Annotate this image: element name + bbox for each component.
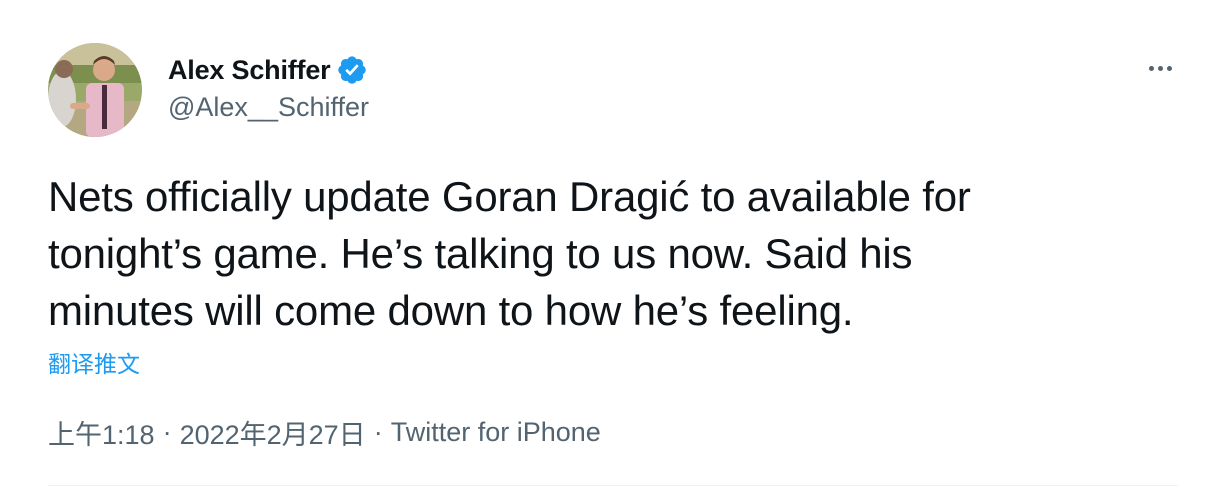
author-name-row: Alex Schiffer — [168, 52, 368, 88]
translate-tweet-link[interactable]: 翻译推文 — [48, 345, 140, 379]
author-handle[interactable]: @Alex__Schiffer — [168, 92, 369, 123]
tweet-date[interactable]: 2022年2月27日 — [180, 413, 366, 452]
meta-separator: · — [373, 417, 383, 447]
tweet-text-line: tonight’s game. He’s talking to us now. … — [48, 230, 913, 277]
tweet-text-line: minutes will come down to how he’s feeli… — [48, 287, 854, 334]
verified-badge-icon — [336, 54, 368, 86]
more-dot — [1148, 65, 1154, 71]
author-display-name[interactable]: Alex Schiffer — [168, 55, 331, 86]
divider — [48, 485, 1178, 486]
meta-separator: · — [162, 417, 172, 447]
avatar-photo — [48, 43, 142, 137]
tweet-meta: 上午1:18 · 2022年2月27日 · Twitter for iPhone — [48, 413, 601, 452]
tweet-text-line: Nets officially update Goran Dragić to a… — [48, 173, 971, 220]
more-dot — [1166, 65, 1172, 71]
more-options-icon[interactable] — [1140, 54, 1180, 82]
tweet-time[interactable]: 上午1:18 — [48, 413, 155, 452]
tweet-card: Alex Schiffer @Alex__Schiffer Nets offic… — [0, 0, 1226, 502]
more-dot — [1157, 65, 1163, 71]
tweet-source[interactable]: Twitter for iPhone — [391, 417, 601, 448]
avatar[interactable] — [48, 43, 142, 137]
tweet-text: Nets officially update Goran Dragić to a… — [48, 168, 1168, 339]
